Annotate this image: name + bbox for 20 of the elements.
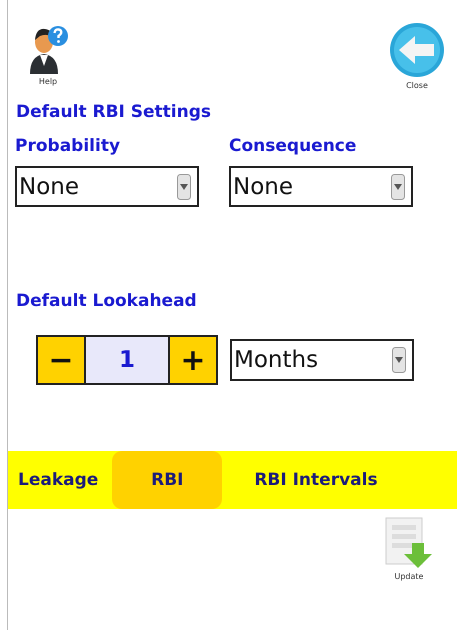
section-title: Default RBI Settings: [15, 102, 212, 122]
dropdown[interactable]: None: [15, 166, 199, 207]
document-download-icon: [385, 517, 433, 569]
close-button[interactable]: Close: [389, 22, 445, 90]
tab[interactable]: Leakage: [10, 451, 106, 509]
increment-button[interactable]: +: [170, 337, 216, 383]
help-button[interactable]: Help: [28, 22, 68, 86]
field-label: Probability: [15, 136, 122, 156]
update-button[interactable]: Update: [385, 517, 433, 581]
caret-icon: [177, 174, 191, 200]
tab[interactable]: RBI Intervals: [246, 451, 386, 509]
caret-icon: [391, 174, 405, 200]
dropdown[interactable]: None: [229, 166, 413, 207]
stepper-value[interactable]: 1: [84, 337, 170, 383]
field-label: Consequence: [229, 136, 358, 156]
section-title: Default Lookahead: [15, 291, 198, 311]
decrement-button[interactable]: −: [38, 337, 84, 383]
tab[interactable]: RBI: [112, 451, 222, 509]
caret-icon: [392, 347, 406, 373]
dropdown[interactable]: Months: [230, 339, 414, 381]
